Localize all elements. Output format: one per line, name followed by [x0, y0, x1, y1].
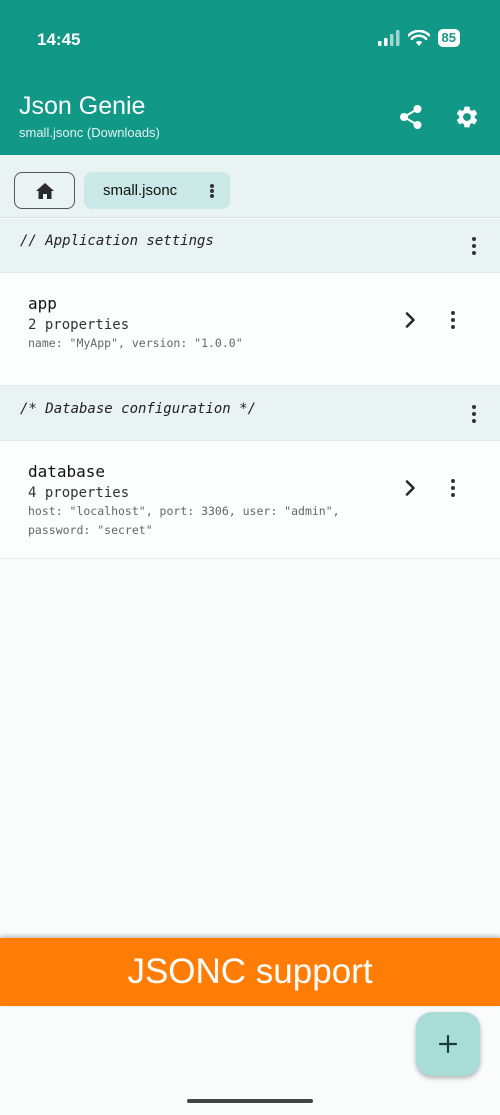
- dot: [472, 412, 476, 416]
- dot: [451, 311, 455, 315]
- comment-row[interactable]: /* Database configuration */: [0, 386, 500, 441]
- promo-banner-text: JSONC support: [127, 952, 373, 991]
- breadcrumb: small.jsonc: [0, 155, 500, 218]
- app-subtitle: small.jsonc (Downloads): [19, 125, 160, 140]
- dot: [472, 244, 476, 248]
- home-indicator[interactable]: [187, 1099, 313, 1103]
- dot: [210, 189, 214, 193]
- home-icon: [35, 182, 54, 199]
- gear-icon: [456, 106, 478, 128]
- item-menu-icon[interactable]: [448, 310, 458, 330]
- file-chip[interactable]: small.jsonc: [84, 172, 230, 209]
- item-preview: name: "MyApp", version: "1.0.0": [28, 336, 243, 350]
- file-chip-label: small.jsonc: [103, 182, 178, 199]
- battery-indicator: 85: [437, 29, 460, 47]
- dot: [451, 325, 455, 329]
- status-time: 14:45: [37, 30, 81, 49]
- status-icons: 85: [377, 29, 460, 47]
- list-item[interactable]: app 2 properties name: "MyApp", version:…: [0, 273, 500, 386]
- dot: [472, 251, 476, 255]
- item-name: database: [28, 462, 106, 481]
- item-preview: host: "localhost", port: 3306, user: "ad…: [28, 504, 340, 537]
- dot: [451, 318, 455, 322]
- chevron-right-icon[interactable]: [402, 478, 418, 498]
- promo-banner: JSONC support: [0, 938, 500, 1006]
- item-count: 4 properties: [28, 485, 130, 501]
- home-button[interactable]: [14, 172, 75, 209]
- comment-row[interactable]: // Application settings: [0, 219, 500, 273]
- add-button[interactable]: [416, 1012, 480, 1076]
- dot: [472, 237, 476, 241]
- item-count: 2 properties: [28, 317, 130, 333]
- comment-menu-icon[interactable]: [469, 404, 479, 424]
- share-button[interactable]: [397, 103, 425, 131]
- app-bar: 14:45 85 Json Genie small.jsonc (Downloa…: [0, 0, 500, 155]
- comment-menu-icon[interactable]: [469, 236, 479, 256]
- dot: [451, 479, 455, 483]
- chevron-right-icon[interactable]: [402, 310, 418, 330]
- file-chip-menu-icon[interactable]: [208, 182, 216, 200]
- dot: [451, 493, 455, 497]
- comment-text: // Application settings: [20, 233, 214, 249]
- signal-icon: [377, 30, 400, 46]
- dot: [472, 419, 476, 423]
- dot: [210, 194, 214, 198]
- share-icon: [400, 105, 422, 129]
- plus-icon: [438, 1034, 458, 1054]
- settings-button[interactable]: [453, 103, 481, 131]
- item-menu-icon[interactable]: [448, 478, 458, 498]
- dot: [472, 405, 476, 409]
- comment-text: /* Database configuration */: [20, 401, 257, 417]
- dot: [451, 486, 455, 490]
- wifi-icon: [407, 29, 430, 46]
- list-item[interactable]: database 4 properties host: "localhost",…: [0, 441, 500, 559]
- dot: [210, 184, 214, 188]
- app-title: Json Genie: [19, 92, 146, 120]
- item-name: app: [28, 294, 57, 313]
